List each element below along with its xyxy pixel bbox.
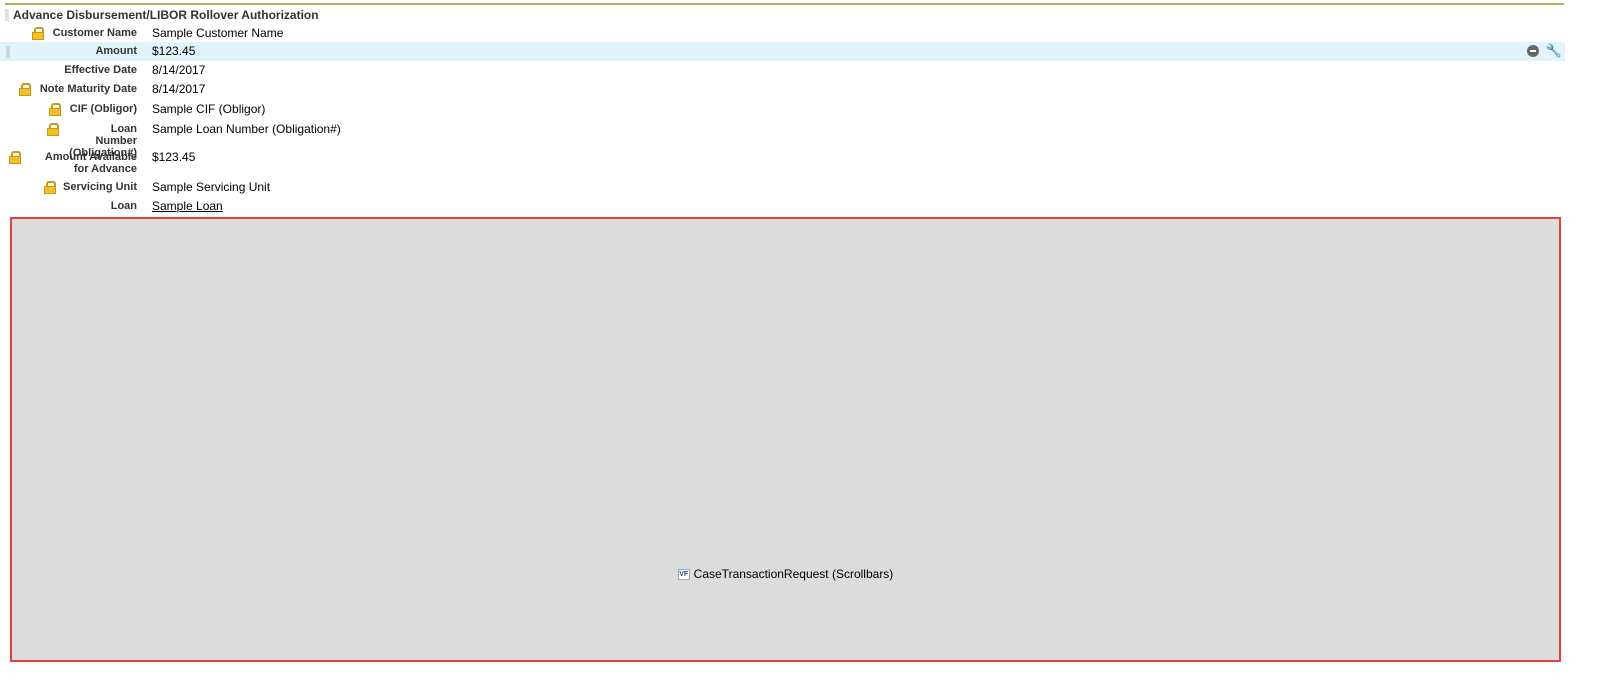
lock-icon: [49, 103, 61, 116]
drag-handle-icon[interactable]: [5, 9, 9, 21]
field-list: Customer Name Sample Customer Name Amoun…: [0, 24, 1565, 216]
field-row-effective-date[interactable]: Effective Date 8/14/2017: [0, 61, 1565, 80]
field-row-amount[interactable]: Amount $123.45 🔧: [0, 42, 1565, 61]
field-row-customer-name[interactable]: Customer Name Sample Customer Name: [0, 24, 1565, 42]
field-value: Sample CIF (Obligor): [152, 102, 266, 116]
field-value: $123.45: [152, 150, 196, 164]
section-top-rule: [5, 3, 1564, 5]
field-row-loan[interactable]: Loan Sample Loan: [0, 197, 1565, 216]
lock-icon: [9, 151, 21, 164]
visualforce-frame[interactable]: VF CaseTransactionRequest (Scrollbars): [10, 217, 1561, 662]
field-row-cif[interactable]: CIF (Obligor) Sample CIF (Obligor): [0, 100, 1565, 120]
frame-label: CaseTransactionRequest (Scrollbars): [693, 567, 894, 581]
frame-placeholder: VF CaseTransactionRequest (Scrollbars): [12, 567, 1559, 581]
field-label: Amount: [95, 45, 137, 57]
field-value: $123.45: [152, 44, 196, 58]
field-value: Sample Loan Number (Obligation#): [152, 122, 341, 136]
field-row-loan-number[interactable]: Loan Number (Obligation#) Sample Loan Nu…: [0, 120, 1565, 159]
lock-icon: [47, 123, 59, 136]
field-label: Effective Date: [64, 64, 137, 76]
field-label: Note Maturity Date: [39, 83, 137, 95]
section-header[interactable]: Advance Disbursement/LIBOR Rollover Auth…: [5, 8, 319, 22]
lock-icon: [32, 27, 44, 40]
field-value: 8/14/2017: [152, 63, 206, 77]
field-row-note-maturity-date[interactable]: Note Maturity Date 8/14/2017: [0, 80, 1565, 100]
field-value: 8/14/2017: [152, 82, 206, 96]
field-label: Amount Available for Advance: [44, 151, 137, 175]
field-value: Sample Servicing Unit: [152, 180, 271, 194]
field-value: Sample Customer Name: [152, 26, 284, 40]
field-label: Servicing Unit: [63, 181, 137, 193]
field-row-amount-available[interactable]: Amount Available for Advance $123.45: [0, 148, 1565, 178]
remove-icon[interactable]: [1526, 45, 1539, 57]
wrench-icon[interactable]: 🔧: [1546, 44, 1562, 57]
loan-link[interactable]: Sample Loan: [152, 199, 223, 213]
field-row-servicing-unit[interactable]: Servicing Unit Sample Servicing Unit: [0, 178, 1565, 197]
visualforce-icon: VF: [677, 568, 690, 580]
lock-icon: [19, 83, 31, 96]
field-label: CIF (Obligor): [69, 103, 137, 115]
section-title: Advance Disbursement/LIBOR Rollover Auth…: [13, 8, 319, 22]
lock-icon: [44, 181, 56, 194]
field-label: Loan: [110, 200, 137, 212]
field-label: Customer Name: [52, 27, 137, 39]
